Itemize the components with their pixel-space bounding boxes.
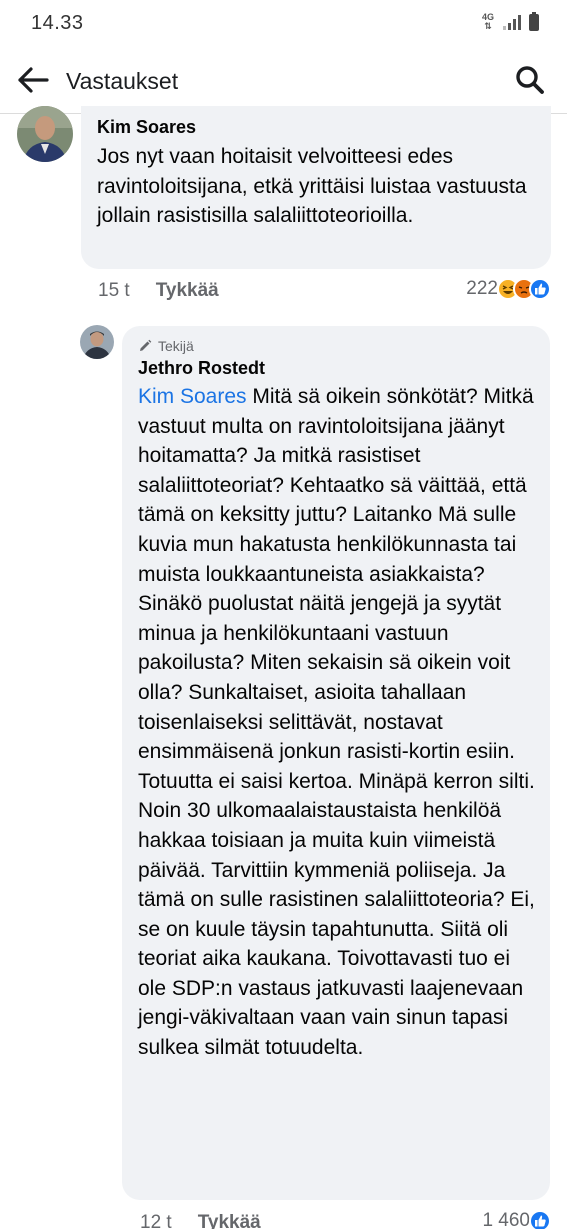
like-button[interactable]: Tykkää bbox=[156, 280, 219, 302]
comment-time[interactable]: 12 t bbox=[140, 1212, 172, 1229]
network-indicator: 4G ⇅ bbox=[481, 12, 494, 31]
signal-icon bbox=[503, 14, 521, 30]
app-header: Vastaukset bbox=[0, 46, 567, 114]
comment-bubble[interactable]: Tekijä Jethro Rostedt Kim Soares Mitä sä… bbox=[122, 326, 550, 1200]
search-button[interactable] bbox=[513, 63, 547, 97]
author-badge: Tekijä bbox=[138, 338, 536, 354]
reaction-count: 222 bbox=[466, 278, 498, 299]
search-icon bbox=[516, 66, 544, 94]
page-title: Vastaukset bbox=[66, 68, 179, 94]
like-icon bbox=[529, 278, 551, 300]
network-label: 4G bbox=[481, 12, 494, 22]
comment-author[interactable]: Kim Soares bbox=[97, 117, 535, 138]
back-button[interactable] bbox=[14, 62, 52, 98]
comment-meta: 15 t Tykkää bbox=[98, 280, 219, 302]
avatar[interactable] bbox=[17, 106, 73, 162]
avatar[interactable] bbox=[80, 325, 114, 359]
comment-body: Mitä sä oikein sönkötät? Mitkä vastuut m… bbox=[138, 385, 535, 1060]
comment-time[interactable]: 15 t bbox=[98, 280, 130, 302]
comment-bubble[interactable]: Kim Soares Jos nyt vaan hoitaisit velvoi… bbox=[81, 106, 551, 269]
reaction-summary[interactable]: 222 bbox=[466, 278, 551, 300]
pencil-icon bbox=[140, 339, 152, 351]
comment-text: Kim Soares Mitä sä oikein sönkötät? Mitk… bbox=[138, 382, 536, 1063]
author-badge-label: Tekijä bbox=[158, 338, 194, 354]
like-icon bbox=[529, 1210, 551, 1229]
like-button[interactable]: Tykkää bbox=[198, 1212, 261, 1229]
mention-link[interactable]: Kim Soares bbox=[138, 385, 247, 408]
reaction-count: 1 460 bbox=[482, 1210, 530, 1229]
arrow-left-icon bbox=[18, 67, 49, 93]
status-time: 14.33 bbox=[31, 12, 84, 34]
status-icons: 4G ⇅ bbox=[481, 11, 539, 31]
comment-author[interactable]: Jethro Rostedt bbox=[138, 358, 536, 379]
comment-meta: 12 t Tykkää bbox=[140, 1212, 261, 1229]
status-bar: 14.33 4G ⇅ bbox=[0, 0, 567, 46]
battery-icon bbox=[529, 11, 539, 31]
reaction-summary[interactable]: 1 460 bbox=[482, 1210, 551, 1229]
comment-text: Jos nyt vaan hoitaisit velvoitteesi edes… bbox=[97, 145, 527, 228]
